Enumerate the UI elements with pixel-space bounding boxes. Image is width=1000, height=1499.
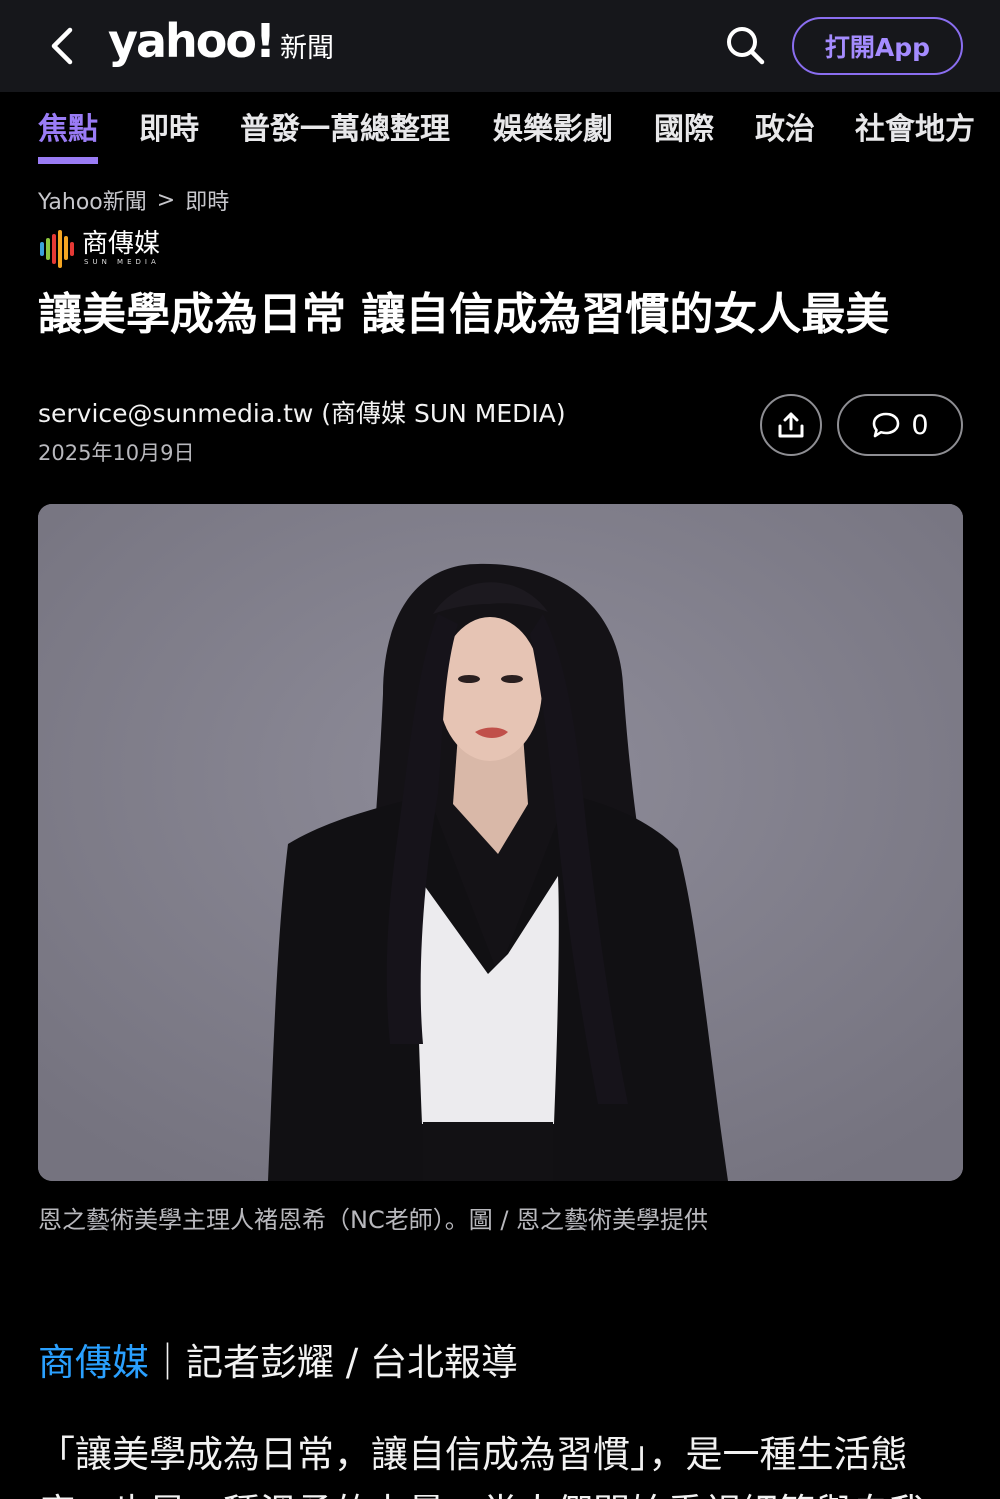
tab-realtime[interactable]: 即時 [139,104,199,164]
share-icon [778,412,804,438]
source-name: 商傳媒 [82,229,161,259]
tab-label: 娛樂影劇 [493,112,613,147]
article-byline: 商傳媒｜記者彭耀 / 台北報導 [38,1332,518,1386]
comment-bubble-icon [873,412,900,438]
article-body-paragraph: 「讓美學成為日常，讓自信成為習慣」，是一種生活態度，也是一種溫柔的力量。當人們開… [38,1433,926,1499]
share-button[interactable] [760,394,822,456]
tab-label: 即時 [139,112,199,147]
tab-international[interactable]: 國際 [654,104,714,164]
search-button[interactable] [722,22,768,68]
article-author: service@sunmedia.tw (商傳媒 SUN MEDIA) [38,399,566,428]
yahoo-news-logo[interactable]: yahoo! 新聞 [108,14,334,74]
breadcrumb: Yahoo新聞 > 即時 [38,184,229,216]
tab-label: 焦點 [38,112,98,147]
active-tab-underline [38,157,98,164]
breadcrumb-separator: > [156,187,176,213]
tab-society[interactable]: 社會地方 [855,104,975,164]
back-button[interactable] [42,24,82,68]
tab-label: 政治 [755,112,815,147]
open-app-button[interactable]: 打開App [792,17,963,75]
byline-source-link[interactable]: 商傳媒 [38,1341,149,1384]
breadcrumb-current[interactable]: 即時 [185,184,229,216]
tab-label: 社會地方 [855,112,975,147]
sun-media-logo-icon [38,228,80,268]
tab-entertainment[interactable]: 娛樂影劇 [493,104,613,164]
tab-focus[interactable]: 焦點 [38,104,98,164]
article-headline: 讓美學成為日常 讓自信成為習慣的女人最美 [38,289,890,340]
chevron-left-icon [51,27,73,65]
tab-label: 普發一萬總整理 [240,112,450,147]
tab-label: 國際 [654,112,714,147]
breadcrumb-home[interactable]: Yahoo新聞 [38,184,147,216]
logo-sub: 新聞 [279,33,334,64]
comments-button[interactable]: 0 [837,394,963,456]
top-bar: yahoo! 新聞 打開App [0,0,1000,92]
source-sub: SUN MEDIA [84,258,160,266]
byline-reporter: ｜記者彭耀 / 台北報導 [149,1341,518,1384]
comment-count: 0 [911,409,929,441]
tab-subsidy-summary[interactable]: 普發一萬總整理 [240,104,450,164]
category-tabs: 焦點 即時 普發一萬總整理 娛樂影劇 國際 政治 社會地方 [0,92,1000,168]
search-icon [727,27,765,65]
photo-caption: 恩之藝術美學主理人褚恩希（NC老師）。圖 / 恩之藝術美學提供 [38,1206,709,1234]
portrait-illustration [38,504,963,1181]
source-logo[interactable]: 商傳媒 SUN MEDIA [38,226,160,270]
article-photo[interactable] [38,504,963,1181]
article-date: 2025年10月9日 [38,441,195,465]
logo-word: yahoo! [108,14,276,68]
tab-politics[interactable]: 政治 [755,104,815,164]
